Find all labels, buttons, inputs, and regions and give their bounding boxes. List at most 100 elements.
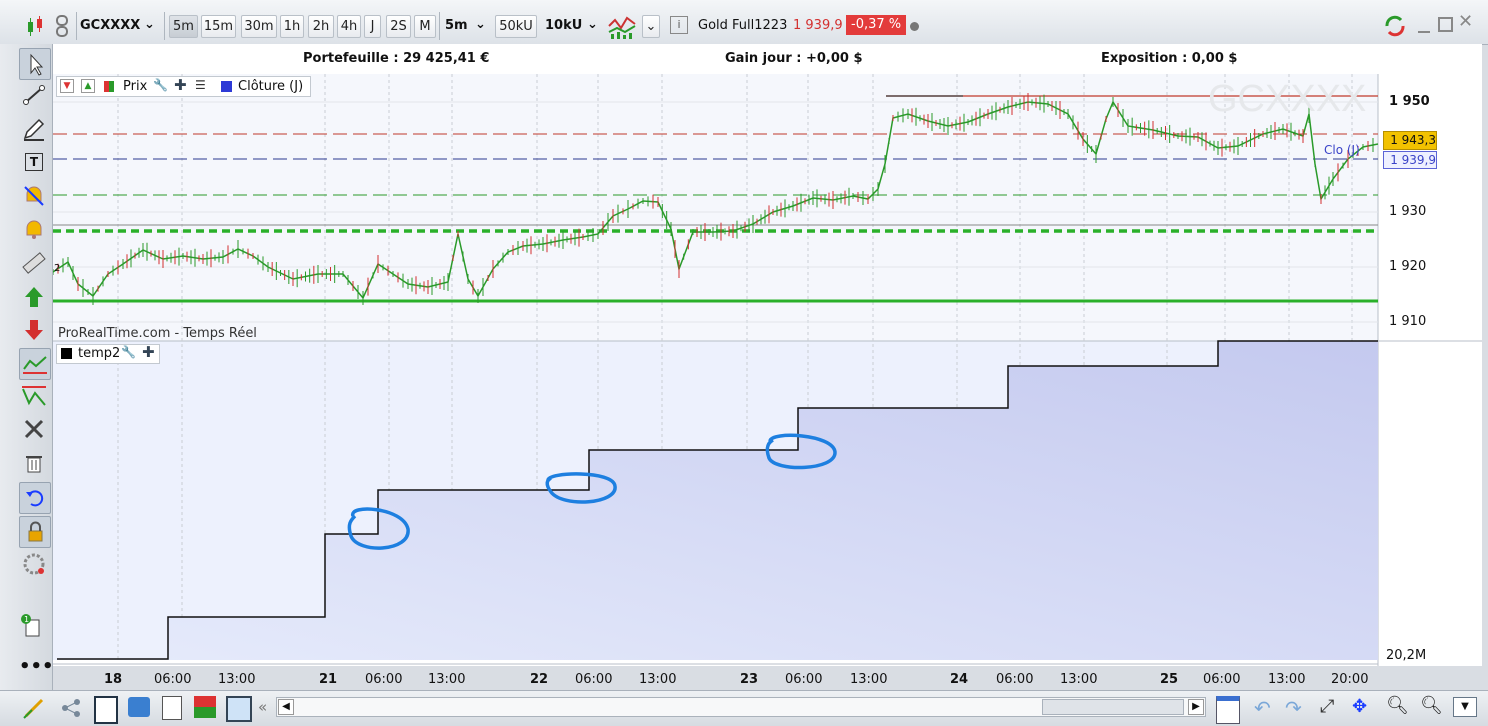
x-axis-day-label: 18 [104,672,123,687]
chevron-down-icon: ⌄ [587,17,598,32]
account-info-bar: Portefeuille : 29 425,41 € Gain jour : +… [53,44,1482,75]
sell-arrow-icon[interactable] [19,315,49,345]
lock-icon[interactable] [19,516,51,548]
indicator-name[interactable]: temp2 [78,346,120,361]
bottom-toolbar: « ◀ ▶ ↶ ↷ ⤢ ✥ 🔍︎ 🔍︎ ▼ [0,690,1488,726]
left-axis-tick: 2 [54,263,61,274]
symbol-selector[interactable]: GCXXXX ⌄ [80,15,160,36]
scroll-left-icon[interactable]: ◀ [278,699,294,715]
interval-button-M[interactable]: M [414,15,436,38]
zoom-out-icon[interactable]: 🔍︎ [1386,695,1409,716]
chat-icon[interactable] [128,697,150,717]
expand-panel-icon[interactable]: ▲ [81,79,95,93]
undo-tool-icon[interactable] [19,482,51,514]
status-dot-icon [910,22,919,31]
wrench-icon[interactable]: 🔧 [153,78,168,92]
info-icon[interactable]: i [670,16,688,34]
units-label: 10kU [545,18,583,33]
fit-icon[interactable]: ✥ [1352,696,1367,717]
legend-prix[interactable]: Prix [123,79,147,94]
report-icon[interactable] [162,696,182,720]
x-axis-day-label: 21 [319,672,338,687]
portfolio-value: Portefeuille : 29 425,41 € [303,51,490,66]
units-button[interactable]: 50kU [495,15,537,38]
price-color-swatch [104,81,114,92]
pen-icon[interactable] [22,696,46,720]
indicator-icon[interactable] [607,12,639,40]
x-axis-day-label: 25 [1160,672,1179,687]
indicator-dropdown[interactable]: ⌄ [642,15,660,38]
x-axis-time-label: 13:00 [850,672,888,687]
minimize-icon[interactable] [1418,17,1430,33]
chart-area[interactable]: ▼ ▲ Prix 🔧 ✚ ☰ Clôture (J) GCXXXX ProRea… [52,74,1482,687]
scroll-right-icon[interactable]: ▶ [1188,699,1204,715]
line-tool-icon[interactable] [19,80,49,110]
pencil-tool-icon[interactable] [19,114,49,144]
window-icon[interactable] [226,696,252,722]
settings-dropdown-icon[interactable]: ▼ [1453,697,1477,717]
add-indicator-icon[interactable]: ✚ [142,343,155,361]
close-panel-icon[interactable]: ▼ [60,79,74,93]
pointer-tool-icon[interactable] [19,48,51,80]
share-icon[interactable] [60,697,82,719]
period-selector[interactable]: 5m ⌄ [445,15,490,36]
trash-icon[interactable] [19,448,49,478]
interval-button-1h[interactable]: 1h [280,15,304,38]
symbol-label: GCXXXX [80,18,141,33]
calendar-icon[interactable] [1216,696,1240,724]
interval-button-30m[interactable]: 30m [241,15,277,38]
zoom-in-icon[interactable]: 🔍︎ [1420,695,1443,716]
maximize-icon[interactable] [1438,17,1453,32]
orders-icon[interactable]: 1 [19,612,49,642]
units-selector[interactable]: 10kU ⌄ [545,15,600,36]
more-icon[interactable]: ••• [19,654,54,684]
list-icon[interactable]: ☰ [195,78,206,92]
interval-button-5m[interactable]: 5m [169,15,198,38]
tools-icon[interactable] [19,414,49,444]
layout-icon[interactable] [94,696,118,724]
add-indicator-icon[interactable]: ✚ [174,76,187,94]
close-icon[interactable]: ✕ [1458,11,1473,32]
period-label: 5m [445,18,468,33]
buy-arrow-icon[interactable] [19,282,49,312]
trend-tool-icon[interactable] [19,348,51,380]
drawing-toolbar: T 1 ••• [0,44,54,696]
interval-button-15m[interactable]: 15m [201,15,236,38]
x-axis-time-label: 13:00 [1268,672,1306,687]
instrument-name: Gold Full1223 [698,18,788,33]
legend-close[interactable]: Clôture (J) [238,79,303,94]
wrench-icon[interactable]: 🔧 [121,345,136,359]
data-source-label: ProRealTime.com - Temps Réel [58,326,257,341]
magnet-icon[interactable] [19,549,49,579]
x-axis-time-label: 13:00 [218,672,256,687]
alert-icon[interactable] [19,214,49,244]
interval-button-4h[interactable]: 4h [337,15,361,38]
current-price-value: 1 943,3 [1390,133,1436,147]
y-tick-1920: 1 920 [1389,259,1427,274]
x-axis-day-label: 24 [950,672,969,687]
close-line-label: Clo (J) [1324,143,1360,157]
candlestick-icon[interactable] [24,14,46,38]
x-axis-time-label: 06:00 [785,672,823,687]
interval-button-2h[interactable]: 2h [308,15,334,38]
current-price-tag: 1 943,3 [1383,131,1437,150]
chart-canvas[interactable] [52,74,1482,666]
interval-button-J[interactable]: J [364,15,381,38]
scroll-left-fast-icon[interactable]: « [258,698,267,716]
redo-icon[interactable]: ↷ [1285,696,1302,720]
interval-button-2S[interactable]: 2S [386,15,411,38]
undo-icon[interactable]: ↶ [1254,696,1271,720]
dom-icon[interactable] [194,696,216,718]
channel-tool-icon[interactable] [19,381,49,411]
link-icon[interactable] [53,14,71,38]
horizontal-scrollbar[interactable]: ◀ ▶ [276,697,1206,717]
x-axis-time-label: 06:00 [996,672,1034,687]
ruler-icon[interactable] [19,248,49,278]
text-tool-icon[interactable]: T [19,147,49,177]
x-axis-time-label: 13:00 [639,672,677,687]
scrollbar-thumb[interactable] [1042,699,1184,715]
close-price-value: 1 939,9 [1390,153,1436,167]
refresh-icon[interactable] [1383,13,1407,39]
auto-scale-icon[interactable]: ⤢ [1320,696,1334,717]
alert-off-icon[interactable] [19,181,49,211]
